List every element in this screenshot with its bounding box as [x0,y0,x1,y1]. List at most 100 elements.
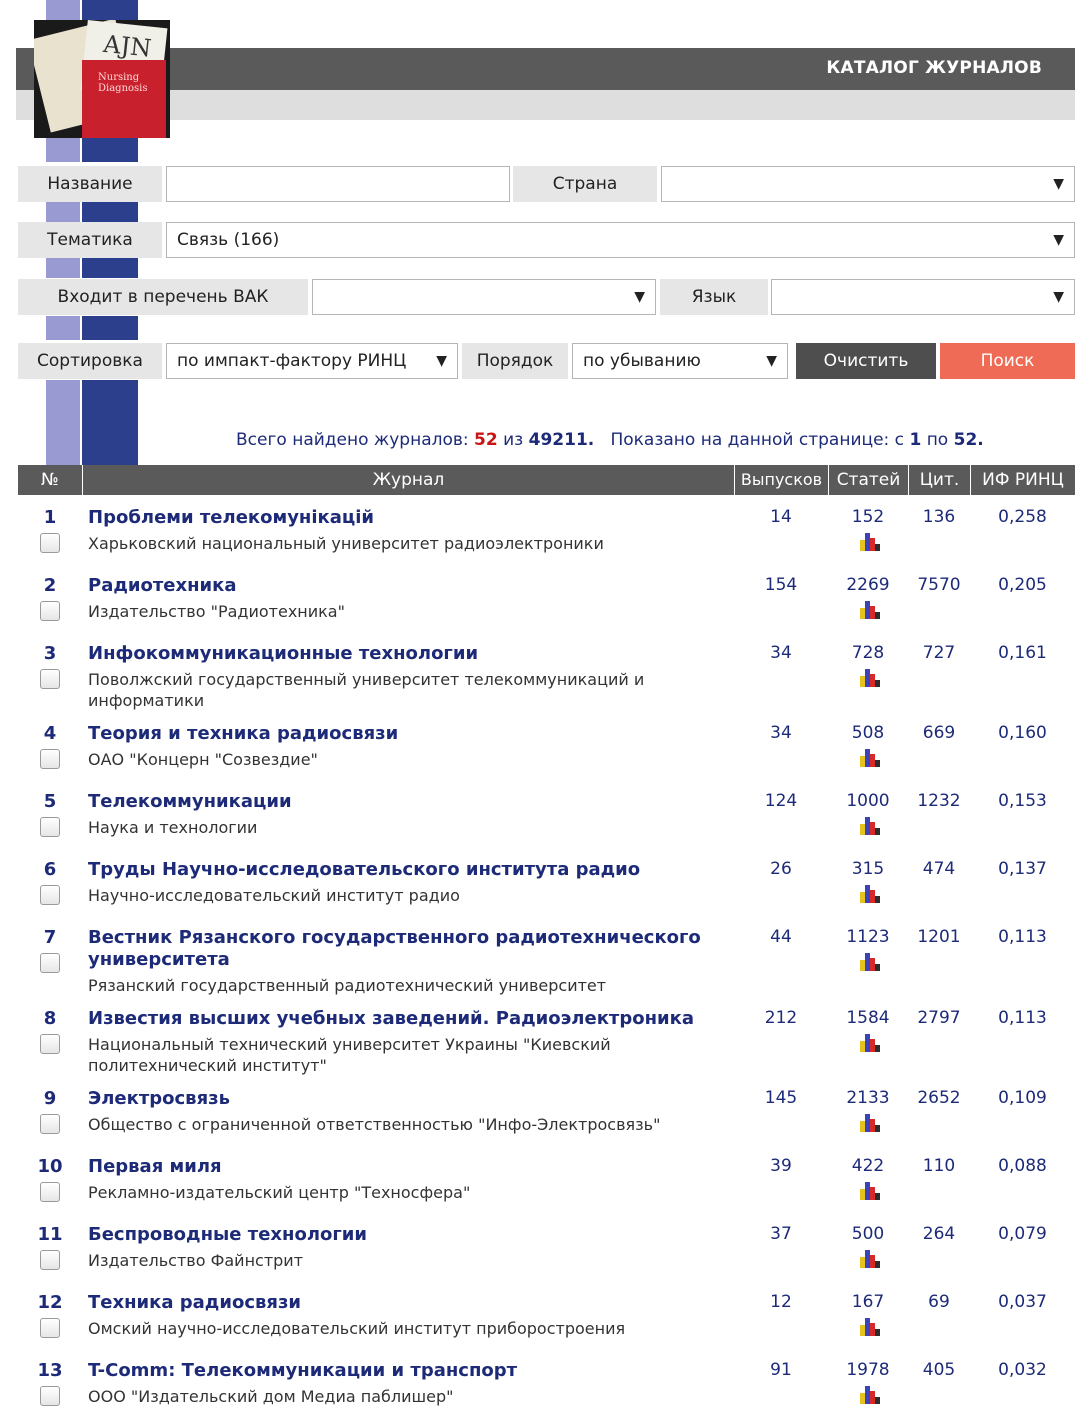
row-checkbox[interactable] [40,885,60,905]
issues-count: 124 [764,791,798,811]
row-checkbox[interactable] [40,1386,60,1406]
journal-publisher: Наука и технологии [88,818,258,837]
chevron-down-icon: ▼ [766,353,777,369]
row-number: 7 [43,927,57,948]
journal-title-link[interactable]: Радиотехника [88,575,728,597]
row-checkbox[interactable] [40,1250,60,1270]
bar-chart-icon[interactable] [860,599,880,619]
articles-count: 167 [851,1292,885,1312]
row-checkbox[interactable] [40,1182,60,1202]
row-checkbox[interactable] [40,953,60,973]
articles-count: 508 [851,723,885,743]
bar-chart-icon[interactable] [860,951,880,971]
journal-title-link[interactable]: Техника радиосвязи [88,1292,728,1314]
country-select[interactable]: ▼ [661,166,1075,202]
issues-count: 37 [770,1224,792,1244]
bar-chart-icon[interactable] [860,1032,880,1052]
vak-label: Входит в перечень ВАК [18,279,308,315]
row-checkbox[interactable] [40,817,60,837]
issues-count: 154 [764,575,798,595]
journal-title-link[interactable]: Электросвязь [88,1088,728,1110]
decor-strip-light [46,316,80,340]
citations-count: 2652 [917,1088,961,1108]
journal-title-link[interactable]: Вестник Рязанского государственного ради… [88,927,728,971]
row-checkbox[interactable] [40,601,60,621]
bar-chart-icon[interactable] [860,1180,880,1200]
bar-chart-icon[interactable] [860,1384,880,1404]
row-number: 12 [37,1292,63,1313]
vak-select[interactable]: ▼ [312,279,656,315]
row-checkbox[interactable] [40,1114,60,1134]
issues-count: 34 [770,723,792,743]
journal-title-link[interactable]: Беспроводные технологии [88,1224,728,1246]
results-summary: Всего найдено журналов: 52 из 49211. Пок… [236,430,984,450]
col-citations[interactable]: Цит. [908,465,970,495]
header-subbar [16,90,1075,120]
bar-chart-icon[interactable] [860,1112,880,1132]
row-checkbox[interactable] [40,533,60,553]
citations-count: 669 [922,723,956,743]
table-header: № Журнал Выпусков Статей Цит. ИФ РИНЦ [18,465,1075,495]
citations-count: 264 [922,1224,956,1244]
articles-count: 500 [851,1224,885,1244]
order-label: Порядок [462,343,568,379]
row-checkbox[interactable] [40,1318,60,1338]
chevron-down-icon: ▼ [1053,176,1064,192]
impact-factor: 0,079 [998,1224,1047,1244]
journal-title-link[interactable]: Первая миля [88,1156,728,1178]
articles-count: 1978 [846,1360,890,1380]
impact-factor: 0,205 [998,575,1047,595]
row-number: 13 [37,1360,63,1381]
impact-factor: 0,160 [998,723,1047,743]
impact-factor: 0,109 [998,1088,1047,1108]
journal-title-link[interactable]: Труды Научно-исследовательского институт… [88,859,728,881]
order-select[interactable]: по убыванию ▼ [572,343,788,379]
bar-chart-icon[interactable] [860,1316,880,1336]
decor-strip-dark [82,202,138,222]
journal-title-link[interactable]: Инфокоммуникационные технологии [88,643,728,665]
row-number: 3 [43,643,57,664]
bar-chart-icon[interactable] [860,815,880,835]
journal-title-link[interactable]: Теория и техника радиосвязи [88,723,728,745]
decor-strip-light [46,138,80,162]
col-if[interactable]: ИФ РИНЦ [970,465,1075,495]
topic-select[interactable]: Связь (166) ▼ [166,222,1075,258]
sort-select[interactable]: по импакт-фактору РИНЦ ▼ [166,343,458,379]
bar-chart-icon[interactable] [860,667,880,687]
citations-count: 474 [922,859,956,879]
journal-publisher: Общество с ограниченной ответственностью… [88,1115,661,1134]
citations-count: 405 [922,1360,956,1380]
search-button[interactable]: Поиск [940,343,1075,379]
issues-count: 12 [770,1292,792,1312]
language-select[interactable]: ▼ [771,279,1075,315]
name-input[interactable] [166,166,510,202]
decor-strip-light [46,0,80,20]
col-journal[interactable]: Журнал [82,465,734,495]
issues-count: 212 [764,1008,798,1028]
row-number: 1 [43,507,57,528]
issues-count: 34 [770,643,792,663]
col-num[interactable]: № [18,465,82,495]
bar-chart-icon[interactable] [860,747,880,767]
decor-strip-dark [82,0,138,20]
row-checkbox[interactable] [40,749,60,769]
journal-title-link[interactable]: Известия высших учебных заведений. Радио… [88,1008,728,1030]
country-label: Страна [513,166,657,202]
clear-button[interactable]: Очистить [796,343,936,379]
journal-title-link[interactable]: Проблеми телекомунікацій [88,507,728,529]
row-checkbox[interactable] [40,669,60,689]
col-articles[interactable]: Статей [828,465,908,495]
journal-title-link[interactable]: Телекоммуникации [88,791,728,813]
impact-factor: 0,258 [998,507,1047,527]
journal-publisher: Поволжский государственный университет т… [88,670,645,710]
bar-chart-icon[interactable] [860,883,880,903]
row-checkbox[interactable] [40,1034,60,1054]
sort-label: Сортировка [18,343,162,379]
col-issues[interactable]: Выпусков [734,465,828,495]
decor-strip-dark [82,316,138,340]
bar-chart-icon[interactable] [860,1248,880,1268]
bar-chart-icon[interactable] [860,531,880,551]
chevron-down-icon: ▼ [1053,232,1064,248]
issues-count: 14 [770,507,792,527]
journal-title-link[interactable]: T-Comm: Телекоммуникации и транспорт [88,1360,728,1382]
